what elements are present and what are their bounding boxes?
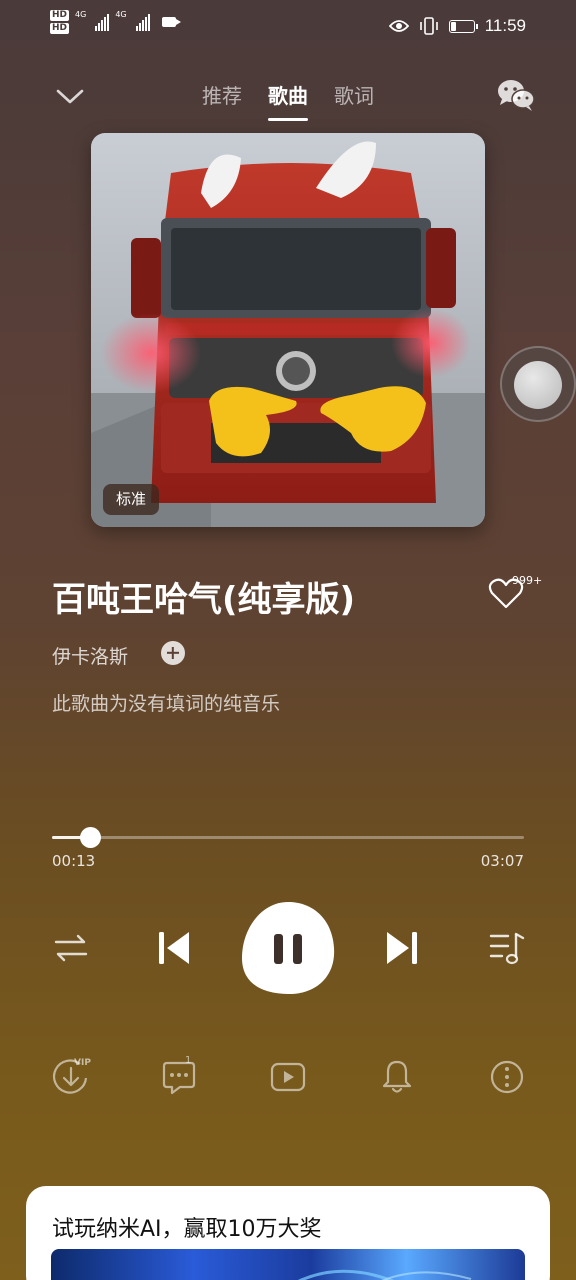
follow-artist-button[interactable] xyxy=(161,641,185,665)
signal-icon xyxy=(95,13,110,31)
previous-track-icon[interactable] xyxy=(155,928,195,968)
download-vip-tag: VIP xyxy=(74,1058,91,1068)
hd-badge: HD xyxy=(50,23,70,34)
wechat-share-icon[interactable] xyxy=(496,78,536,112)
progress-slider[interactable] xyxy=(52,827,524,848)
more-icon[interactable] xyxy=(488,1058,526,1096)
top-tabs: 推荐 歌曲 歌词 xyxy=(180,80,396,121)
comment-count: 1 xyxy=(185,1055,192,1066)
network-type: 4G xyxy=(115,10,127,19)
promo-banner-art xyxy=(297,1269,472,1280)
battery-icon xyxy=(448,19,478,33)
battery-level xyxy=(450,21,456,31)
floating-assistive-ball[interactable] xyxy=(500,346,576,422)
tab-song[interactable]: 歌曲 xyxy=(268,80,308,121)
like-count: 999+ xyxy=(512,574,543,587)
network-type: 4G xyxy=(75,10,87,19)
comment-icon[interactable] xyxy=(160,1058,198,1096)
video-icon[interactable] xyxy=(269,1058,307,1096)
lyric-status-text: 此歌曲为没有填词的纯音乐 xyxy=(52,693,281,715)
pause-icon xyxy=(274,934,283,964)
total-time: 03:07 xyxy=(480,852,524,870)
clock: 11:59 xyxy=(484,16,526,35)
playlist-icon[interactable] xyxy=(488,928,526,968)
song-title: 百吨王哈气(纯享版) xyxy=(52,580,356,620)
album-art-image xyxy=(91,133,485,527)
assistive-ball-dot xyxy=(514,361,562,409)
quality-badge[interactable]: 标准 xyxy=(103,484,160,515)
status-left: HD HD 4G 4G xyxy=(50,10,181,34)
signal-icon xyxy=(135,13,150,31)
pause-button[interactable] xyxy=(240,900,336,996)
promo-title: 试玩纳米AI，赢取10万大奖 xyxy=(52,1217,322,1242)
status-bar: HD HD 4G 4G 11:59 xyxy=(0,0,576,54)
hd-badge: HD xyxy=(50,10,70,21)
promo-banner-image[interactable] xyxy=(51,1249,525,1280)
bell-icon[interactable] xyxy=(378,1058,416,1096)
repeat-mode-icon[interactable] xyxy=(52,930,90,966)
current-time: 00:13 xyxy=(52,852,96,870)
vibrate-icon xyxy=(419,17,438,35)
progress-knob[interactable] xyxy=(80,827,102,848)
status-right: 11:59 xyxy=(388,16,526,36)
artist-name[interactable]: 伊卡洛斯 xyxy=(52,642,128,669)
collapse-chevron-icon[interactable] xyxy=(56,84,84,108)
tab-recommend[interactable]: 推荐 xyxy=(202,80,242,117)
album-cover[interactable] xyxy=(91,133,485,527)
video-recording-icon xyxy=(161,17,181,27)
hd-indicators: HD HD xyxy=(50,10,70,34)
tab-lyrics[interactable]: 歌词 xyxy=(334,80,374,117)
next-track-icon[interactable] xyxy=(381,928,421,968)
promo-card[interactable]: 试玩纳米AI，赢取10万大奖 xyxy=(26,1186,550,1280)
eye-icon xyxy=(388,20,409,32)
